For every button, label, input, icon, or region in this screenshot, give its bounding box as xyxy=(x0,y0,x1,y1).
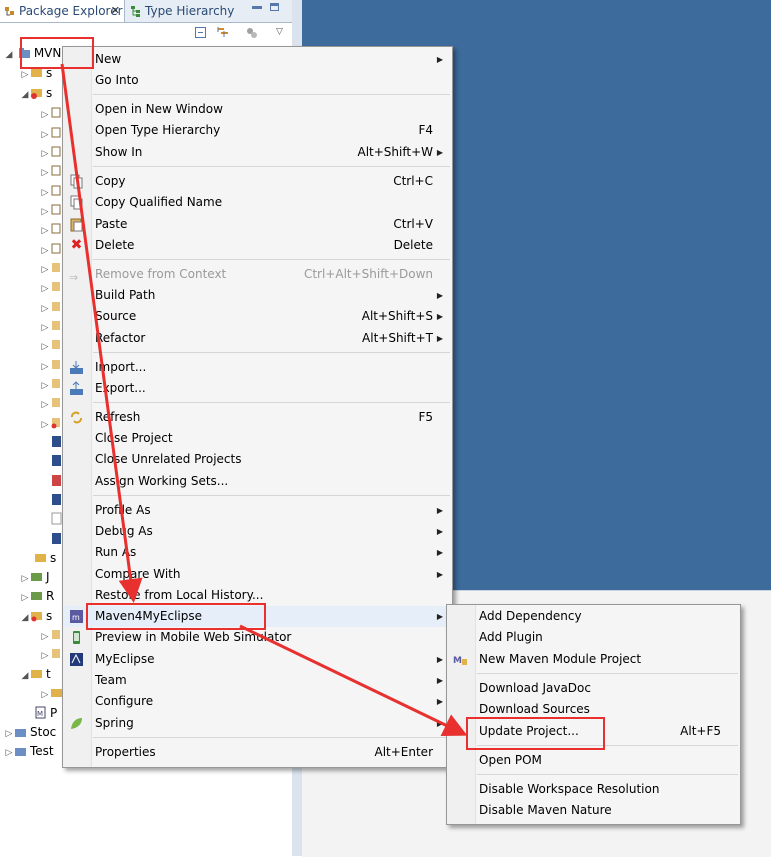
arrow-to-update-project xyxy=(239,624,468,736)
annotation-arrows xyxy=(60,63,468,736)
arrow-to-maven xyxy=(60,63,143,603)
